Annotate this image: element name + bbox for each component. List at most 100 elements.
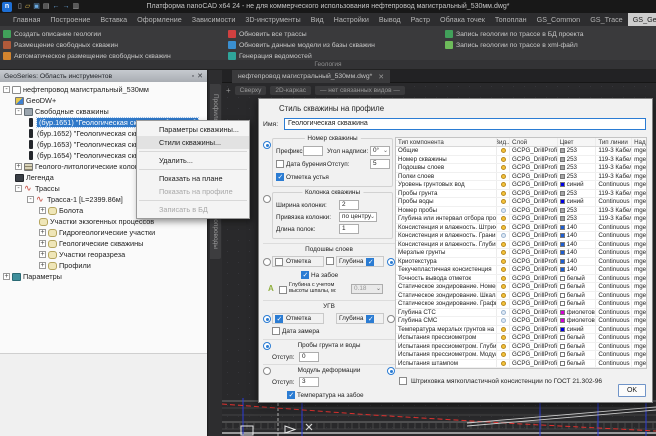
visibility-on-icon[interactable] <box>501 216 506 221</box>
visibility-on-icon[interactable] <box>501 199 506 204</box>
samples-offset-input[interactable]: 0 <box>299 352 319 362</box>
table-row[interactable]: Пробы водыGCPG_DrillProfileсинийContinuo… <box>396 198 646 207</box>
expand-icon[interactable]: + <box>3 273 10 280</box>
expand-icon[interactable]: + <box>15 163 22 170</box>
ugv-mark-cell[interactable]: Отметка <box>272 313 324 324</box>
tree-item[interactable]: +Геологические скважины <box>39 238 143 249</box>
expand-icon[interactable]: + <box>39 251 46 258</box>
table-header-cell[interactable]: Слой <box>510 138 558 146</box>
table-row[interactable]: Точность вывода отметокGCPG_DrillProfile… <box>396 275 646 284</box>
close-icon[interactable]: ✕ <box>197 72 203 80</box>
tree-item[interactable]: +Болота <box>39 205 83 216</box>
table-row[interactable]: КриотекстураGCPG_DrillProfile140Continuo… <box>396 258 646 267</box>
tree-item[interactable]: +Геолого-литологические колонки <box>15 161 146 172</box>
tree-item[interactable]: -Трассы <box>15 183 60 194</box>
ribbon-tab-gs_common[interactable]: GS_Common <box>532 13 586 26</box>
visibility-on-icon[interactable] <box>501 148 506 153</box>
menu-item[interactable]: Стили скважины... <box>137 136 249 149</box>
expand-icon[interactable]: + <box>39 207 46 214</box>
add-view-button[interactable]: + <box>226 86 231 95</box>
ribbon-tab-растр[interactable]: Растр <box>406 13 435 26</box>
visibility-on-icon[interactable] <box>501 174 506 179</box>
table-row[interactable]: Испытания прессиометром. ГлубинаGCPG_Dri… <box>396 343 646 352</box>
menu-item[interactable]: Параметры скважины... <box>137 123 249 136</box>
table-row[interactable]: Испытания прессиометромGCPG_DrillProfile… <box>396 334 646 343</box>
expand-icon[interactable]: + <box>39 262 46 269</box>
tree-item[interactable]: +Гидрогеологические участки <box>39 227 155 238</box>
ribbon-button-refresh-all-traces[interactable]: Обновить все трассы <box>228 29 307 39</box>
ribbon-tab-топоплан[interactable]: Топоплан <box>490 13 532 26</box>
view-direction-button[interactable]: Сверху <box>235 86 267 95</box>
ugv-depth-checkbox[interactable] <box>366 315 374 323</box>
table-row[interactable]: Консистенция и влажность. ГраницыGCPG_Dr… <box>396 232 646 241</box>
ribbon-button-refresh-model-data[interactable]: Обновить данные модели из базы скважин <box>228 40 375 50</box>
ribbon-button-write-geology-db[interactable]: Запись геологии по трассе в БД проекта <box>445 29 584 39</box>
collapse-icon[interactable]: - <box>3 86 10 93</box>
ribbon-tab-вывод[interactable]: Вывод <box>374 13 406 26</box>
tree-item[interactable]: +Участки георазреза <box>39 249 125 260</box>
visibility-on-icon[interactable] <box>501 352 506 357</box>
sleeper-checkbox[interactable] <box>279 286 287 294</box>
ribbon-button-write-geology-xml[interactable]: Запись геологии по трассе в xml-файл <box>445 40 578 50</box>
visibility-on-icon[interactable] <box>501 327 506 332</box>
shelf-length-input[interactable]: 1 <box>339 224 359 234</box>
table-header-cell[interactable]: Тип линии <box>596 138 632 146</box>
soles-left-radio[interactable] <box>263 258 271 266</box>
ribbon-tab-3d-инструменты[interactable]: 3D-инструменты <box>240 13 305 26</box>
ugv-depth-cell[interactable]: Глубина <box>336 313 384 324</box>
well-number-radio[interactable] <box>263 141 271 149</box>
visual-style-button[interactable]: 2D-каркас <box>270 86 311 95</box>
ribbon-tab-настройки[interactable]: Настройки <box>329 13 374 26</box>
table-header-cell[interactable]: Цвет <box>558 138 597 146</box>
ugv-left-radio[interactable] <box>263 315 271 323</box>
visibility-off-icon[interactable] <box>501 310 506 315</box>
number-offset-input[interactable]: 5 <box>370 159 390 169</box>
collapse-icon[interactable]: - <box>15 108 22 115</box>
pin-icon[interactable]: ▫ <box>192 73 194 80</box>
table-row[interactable]: Глубина СТСGCPG_DrillProfileфиолетовыйCo… <box>396 309 646 318</box>
components-table[interactable]: Тип компонентаВид...СлойЦветТип линииНад… <box>395 137 647 369</box>
visibility-on-icon[interactable] <box>501 335 506 340</box>
sleeper-select[interactable]: 0.18 <box>351 284 383 294</box>
ribbon-tab-главная[interactable]: Главная <box>8 13 45 26</box>
soles-mark-checkbox[interactable] <box>275 258 283 266</box>
ribbon-tab-вид[interactable]: Вид <box>306 13 329 26</box>
table-row[interactable]: Уровень грунтовых водGCPG_DrillProfileси… <box>396 181 646 190</box>
column-anchor-select[interactable]: по центру <box>339 212 377 222</box>
table-row[interactable]: Консистенция и влажность. Глубина или оG… <box>396 241 646 250</box>
drill-date-checkbox[interactable] <box>276 160 284 168</box>
visibility-on-icon[interactable] <box>501 293 506 298</box>
bottom-checkbox[interactable] <box>301 271 309 279</box>
visibility-off-icon[interactable] <box>501 318 506 323</box>
visibility-on-icon[interactable] <box>501 191 506 196</box>
ribbon-tab-вставка[interactable]: Вставка <box>95 13 132 26</box>
table-row[interactable]: Статическое зондирование. Номер точки.GC… <box>396 283 646 292</box>
tree-item[interactable]: +Профили <box>39 260 91 271</box>
well-column-radio[interactable] <box>263 195 271 203</box>
menu-item[interactable]: Показать на плане <box>137 172 249 185</box>
ribbon-tab-облака точек[interactable]: Облака точек <box>435 13 490 26</box>
soles-depth-checkbox[interactable] <box>366 258 374 266</box>
ribbon-tab-зависимости[interactable]: Зависимости <box>187 13 241 26</box>
table-row[interactable]: Пробы грунтаGCPG_DrillProfile253119-3 Ка… <box>396 190 646 199</box>
table-header-cell[interactable]: Тип компонента <box>396 138 497 146</box>
table-row[interactable]: Подошвы слоевGCPG_DrillProfile253119-3 К… <box>396 164 646 173</box>
bottom-temp-checkbox[interactable] <box>287 391 295 399</box>
visibility-on-icon[interactable] <box>501 182 506 187</box>
table-row[interactable]: Статическое зондирование. Графы.GCPG_Dri… <box>396 300 646 309</box>
table-row[interactable]: Мерзлые грунтыGCPG_DrillProfile140Contin… <box>396 249 646 258</box>
visibility-on-icon[interactable] <box>501 250 506 255</box>
table-row[interactable]: Статическое зондирование. Шкала.GCPG_Dri… <box>396 292 646 301</box>
expand-icon[interactable]: + <box>39 240 46 247</box>
visibility-on-icon[interactable] <box>501 344 506 349</box>
visibility-off-icon[interactable] <box>501 208 506 213</box>
deform-right-radio[interactable] <box>387 367 395 375</box>
visibility-on-icon[interactable] <box>501 242 506 247</box>
ribbon-button-create-geology[interactable]: Создать описание геологии <box>3 29 101 39</box>
collapse-icon[interactable]: - <box>15 185 22 192</box>
linked-views-button[interactable]: — нет связанных видов — <box>315 86 405 95</box>
ribbon-button-generate-reports[interactable]: Генерация ведомостей <box>228 51 312 61</box>
table-row[interactable]: Номер пробыGCPG_DrillProfile253119-3 Каб… <box>396 207 646 216</box>
soles-mid-checkbox[interactable] <box>326 257 334 265</box>
measure-date-checkbox[interactable] <box>272 327 280 335</box>
